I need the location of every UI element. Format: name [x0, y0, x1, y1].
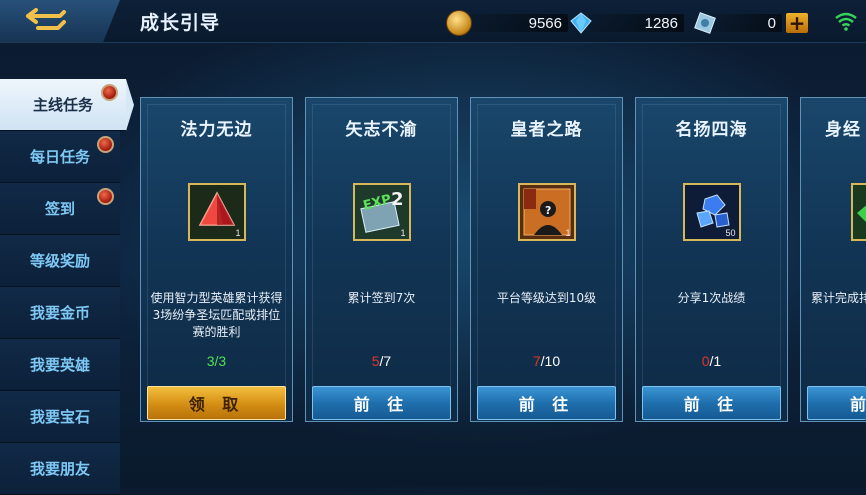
ticket-icon: [694, 12, 716, 34]
sidebar-item-level-rewards[interactable]: 等级奖励: [0, 235, 120, 287]
sidebar-item-get-gold[interactable]: 我要金币: [0, 287, 120, 339]
sidebar-item-label: 主线任务: [32, 96, 93, 114]
add-currency-button[interactable]: +: [786, 13, 808, 33]
reward-item[interactable]: 1: [187, 183, 246, 241]
go-button[interactable]: 前: [807, 386, 866, 420]
go-button[interactable]: 前 往: [642, 386, 781, 420]
reward-item[interactable]: 50: [682, 183, 741, 241]
progress-current: 5: [371, 353, 380, 369]
card-title: 皇者之路: [510, 120, 583, 140]
sidebar-item-daily-quest[interactable]: 每日任务: [0, 131, 120, 183]
sidebar-item-get-gems[interactable]: 我要宝石: [0, 391, 120, 443]
sidebar-item-label: 签到: [44, 200, 75, 218]
progress-total: /10: [540, 353, 561, 369]
svg-text:2: 2: [391, 189, 404, 210]
quest-card: 矢志不渝 EXP 2 1 累计签到7次 5/7 前 往: [305, 97, 458, 422]
sidebar-item-get-friends[interactable]: 我要朋友: [0, 443, 120, 495]
sidebar-item-sign-in[interactable]: 签到: [0, 183, 120, 235]
card-title: 名扬四海: [675, 120, 748, 140]
card-title: 身经: [825, 120, 861, 140]
back-button[interactable]: [0, 0, 120, 42]
sidebar-item-get-heroes[interactable]: 我要英雄: [0, 339, 120, 391]
notification-dot-icon: [97, 136, 114, 153]
sidebar-item-main-quest[interactable]: 主线任务: [0, 79, 134, 131]
card-title: 矢志不渝: [345, 120, 418, 140]
ticket-resource: 0 +: [694, 12, 808, 34]
card-description: 累计完成排: [811, 291, 866, 305]
reward-count: 1: [235, 228, 241, 238]
reward-item[interactable]: ? 1: [517, 183, 576, 241]
diamond-resource: 1286: [570, 12, 684, 34]
wifi-icon: [835, 12, 857, 31]
progress-current: 3: [206, 353, 215, 369]
card-progress: 7/10: [471, 353, 622, 369]
sidebar-item-label: 每日任务: [29, 148, 90, 166]
quest-card: 皇者之路 ? 1 平台等级达到10级 7/10 前 往: [470, 97, 623, 422]
card-description: 使用智力型英雄累计获得3场纷争圣坛匹配或排位赛的胜利: [150, 291, 283, 339]
reward-item[interactable]: [851, 183, 866, 241]
card-progress: 0/1: [636, 353, 787, 369]
quest-card: 身经 累计完成排 前: [800, 97, 866, 422]
reward-item[interactable]: EXP 2 1: [352, 183, 411, 241]
reward-count: 50: [725, 228, 736, 238]
gold-resource: 9566: [446, 10, 568, 36]
reward-count: 1: [400, 228, 406, 238]
card-description: 分享1次战绩: [677, 291, 746, 305]
go-button[interactable]: 前 往: [312, 386, 451, 420]
card-progress: 5/7: [306, 353, 457, 369]
card-description: 累计签到7次: [347, 291, 416, 305]
sidebar-item-label: 我要金币: [29, 304, 90, 322]
go-button[interactable]: 前 往: [477, 386, 616, 420]
ticket-amount: 0: [712, 14, 782, 32]
progress-total: /1: [709, 353, 722, 369]
gold-coin-icon: [446, 10, 472, 36]
quest-card: 法力无边 1 使用智力型英雄累计获得3场纷争圣坛匹配或排位赛的胜利 3/3 领 …: [140, 97, 293, 422]
back-arrow-icon: [26, 8, 66, 30]
sidebar-item-label: 我要宝石: [29, 408, 90, 426]
top-bar: 成长引导 9566 1286 0 +: [0, 0, 866, 43]
sidebar: 主线任务 每日任务 签到 等级奖励 我要金币 我要英雄 我要宝石 我要朋友: [0, 79, 134, 495]
page-title: 成长引导: [140, 12, 221, 34]
sidebar-item-label: 我要英雄: [29, 356, 90, 374]
gold-amount: 9566: [468, 14, 568, 32]
diamond-icon: [570, 12, 592, 34]
quest-card: 名扬四海 50 分享1次战绩 0/1 前 往: [635, 97, 788, 422]
notification-dot-icon: [97, 188, 114, 205]
claim-button[interactable]: 领 取: [147, 386, 286, 420]
progress-total: /7: [379, 353, 392, 369]
card-title: 法力无边: [180, 120, 253, 140]
progress-current: 7: [532, 353, 541, 369]
svg-text:?: ?: [545, 204, 551, 217]
sidebar-item-label: 等级奖励: [29, 252, 90, 270]
reward-count: 1: [565, 228, 571, 238]
card-description: 平台等级达到10级: [496, 291, 597, 305]
progress-total: /3: [214, 353, 227, 369]
card-progress: 3/3: [141, 353, 292, 369]
progress-current: 0: [701, 353, 710, 369]
notification-dot-icon: [101, 84, 118, 101]
green-crystal-icon: [853, 185, 866, 239]
sidebar-item-label: 我要朋友: [29, 460, 90, 478]
diamond-amount: 1286: [588, 14, 684, 32]
